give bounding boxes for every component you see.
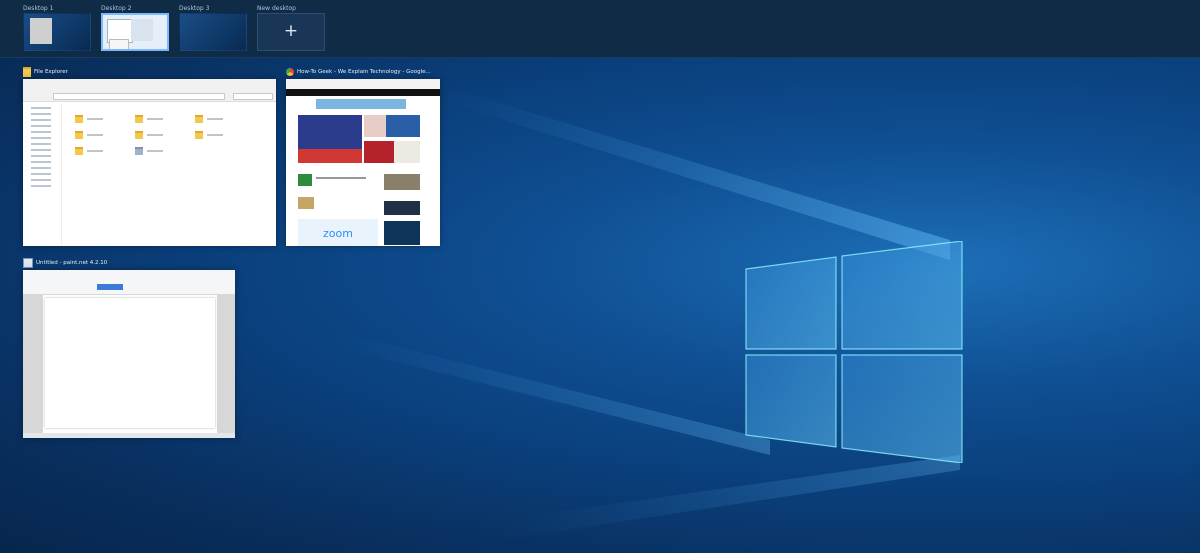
window-title-bar: Untitled - paint.net 4.2.10: [23, 257, 235, 269]
article-thumb: [384, 221, 420, 245]
article-thumb: [298, 197, 314, 209]
window-paint-net[interactable]: Untitled - paint.net 4.2.10: [23, 257, 235, 438]
desktop-1[interactable]: Desktop 1: [23, 4, 93, 51]
article-image: [298, 149, 362, 163]
site-nav-bar: [286, 89, 440, 96]
folder-label: [207, 134, 223, 136]
left-margin: [23, 295, 43, 433]
desktop-2-thumbnail[interactable]: [101, 13, 169, 51]
window-title-bar: How-To Geek - We Explain Technology - Go…: [286, 66, 440, 78]
desktop-3[interactable]: Desktop 3: [179, 4, 249, 51]
folder-icon: [75, 115, 83, 123]
folder-label: [87, 118, 103, 120]
window-title-bar: File Explorer: [23, 66, 276, 78]
folder-label: [147, 134, 163, 136]
desktop-3-thumbnail[interactable]: [179, 13, 247, 51]
window-preview: [23, 79, 276, 246]
banner: [316, 99, 406, 109]
right-margin: [217, 295, 235, 433]
windows-logo: [745, 241, 963, 463]
new-desktop-label: New desktop: [257, 5, 296, 12]
document-icon: [23, 258, 33, 268]
window-preview: [109, 39, 129, 49]
drive-icon: [135, 147, 143, 155]
navigation-pane: [23, 103, 62, 246]
window-browser[interactable]: How-To Geek - We Explain Technology - Go…: [286, 66, 440, 246]
browser-tab-bar: [286, 79, 440, 89]
desktop-1-thumbnail[interactable]: [23, 13, 91, 51]
folder-label: [87, 134, 103, 136]
window-file-explorer[interactable]: File Explorer: [23, 66, 276, 246]
folder-icon: [135, 115, 143, 123]
window-title: Untitled - paint.net 4.2.10: [36, 260, 108, 266]
window-title: File Explorer: [34, 69, 68, 75]
canvas[interactable]: [45, 298, 215, 428]
chrome-icon: [286, 68, 294, 76]
folder-label: [207, 118, 223, 120]
window-title: How-To Geek - We Explain Technology - Go…: [297, 69, 431, 75]
folder-label: [147, 150, 163, 152]
folder-icon: [75, 147, 83, 155]
window-preview: [23, 270, 235, 438]
new-desktop-button[interactable]: New desktop +: [257, 4, 327, 51]
article-thumb: [298, 174, 312, 186]
zoom-ad: zoom: [298, 219, 378, 246]
article-image: [298, 115, 362, 149]
folder-icon: [195, 115, 203, 123]
window-preview: zoom: [286, 79, 440, 246]
desktop-2[interactable]: Desktop 2: [101, 4, 171, 51]
desktop-3-label: Desktop 3: [179, 5, 210, 12]
window-preview: [30, 18, 52, 44]
desktop-2-label: Desktop 2: [101, 5, 132, 12]
folder-label: [147, 118, 163, 120]
toolbar: [23, 270, 235, 295]
folder-icon: [135, 131, 143, 139]
folder-label: [87, 150, 103, 152]
article-image: [364, 115, 386, 137]
search-box: [233, 93, 273, 100]
status-bar: [23, 433, 235, 438]
toolbar-highlight: [97, 284, 123, 290]
article-image: [394, 141, 420, 163]
address-bar: [53, 93, 225, 100]
folder-icon: [23, 67, 31, 77]
article-thumb: [384, 201, 420, 215]
desktop-1-label: Desktop 1: [23, 5, 54, 12]
article-image: [386, 115, 420, 137]
article-thumb: [384, 174, 420, 190]
article-image: [364, 141, 394, 163]
window-preview: [131, 19, 153, 41]
virtual-desktops-bar: Desktop 1 Desktop 2 Desktop 3 New deskto…: [0, 0, 1200, 58]
article-text: [316, 177, 366, 179]
folder-icon: [75, 131, 83, 139]
plus-icon: +: [283, 21, 299, 41]
new-desktop-tile[interactable]: +: [257, 13, 325, 51]
folder-icon: [195, 131, 203, 139]
